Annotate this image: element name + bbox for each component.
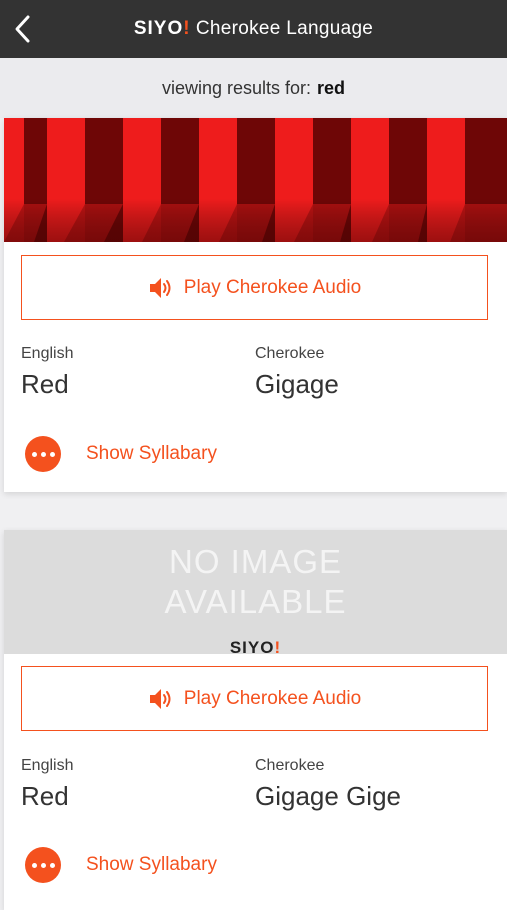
show-syllabary-label: Show Syllabary	[86, 854, 217, 875]
no-image-text: NO IMAGE AVAILABLE	[4, 542, 507, 622]
play-audio-label: Play Cherokee Audio	[183, 276, 362, 298]
speaker-icon	[149, 688, 171, 709]
result-card: Play Cherokee Audio English Red Cherokee…	[4, 118, 507, 492]
show-syllabary-label: Show Syllabary	[86, 443, 217, 464]
no-image-line-1: NO IMAGE	[168, 543, 343, 580]
logo-text: SIYO	[229, 638, 275, 654]
app-title: SIYO! Cherokee Language	[0, 0, 507, 58]
results-prefix: viewing results for:	[161, 77, 312, 98]
english-value: Red	[21, 369, 69, 399]
english-value: Red	[21, 781, 69, 811]
no-image-line-2: AVAILABLE	[164, 583, 347, 620]
cherokee-label: Cherokee	[255, 757, 325, 774]
result-card: NO IMAGE AVAILABLE SIYO! Play Cherokee A…	[4, 530, 507, 910]
english-label: English	[21, 757, 74, 774]
title-text: Cherokee Language	[195, 18, 374, 39]
brand-bang: !	[183, 18, 190, 39]
play-audio-button[interactable]: Play Cherokee Audio	[21, 666, 488, 731]
siyo-logo: SIYO!	[4, 638, 507, 654]
show-syllabary-button[interactable]: Show Syllabary	[25, 436, 217, 472]
no-image-placeholder: NO IMAGE AVAILABLE SIYO!	[4, 530, 507, 654]
nav-bar: SIYO! Cherokee Language	[0, 0, 507, 58]
speaker-icon	[149, 277, 171, 298]
red-stripes-image	[4, 118, 507, 242]
search-query: red	[317, 77, 346, 98]
cherokee-value: Gigage Gige	[255, 781, 401, 811]
show-syllabary-button[interactable]: Show Syllabary	[25, 847, 217, 883]
play-audio-label: Play Cherokee Audio	[183, 687, 362, 709]
play-audio-button[interactable]: Play Cherokee Audio	[21, 255, 488, 320]
english-label: English	[21, 345, 74, 362]
brand-name: SIYO	[133, 18, 184, 39]
results-header: viewing results for: red	[0, 58, 507, 118]
more-icon	[25, 436, 61, 472]
more-icon	[25, 847, 61, 883]
cherokee-value: Gigage	[255, 369, 339, 399]
cherokee-label: Cherokee	[255, 345, 325, 362]
logo-bang: !	[274, 638, 282, 654]
